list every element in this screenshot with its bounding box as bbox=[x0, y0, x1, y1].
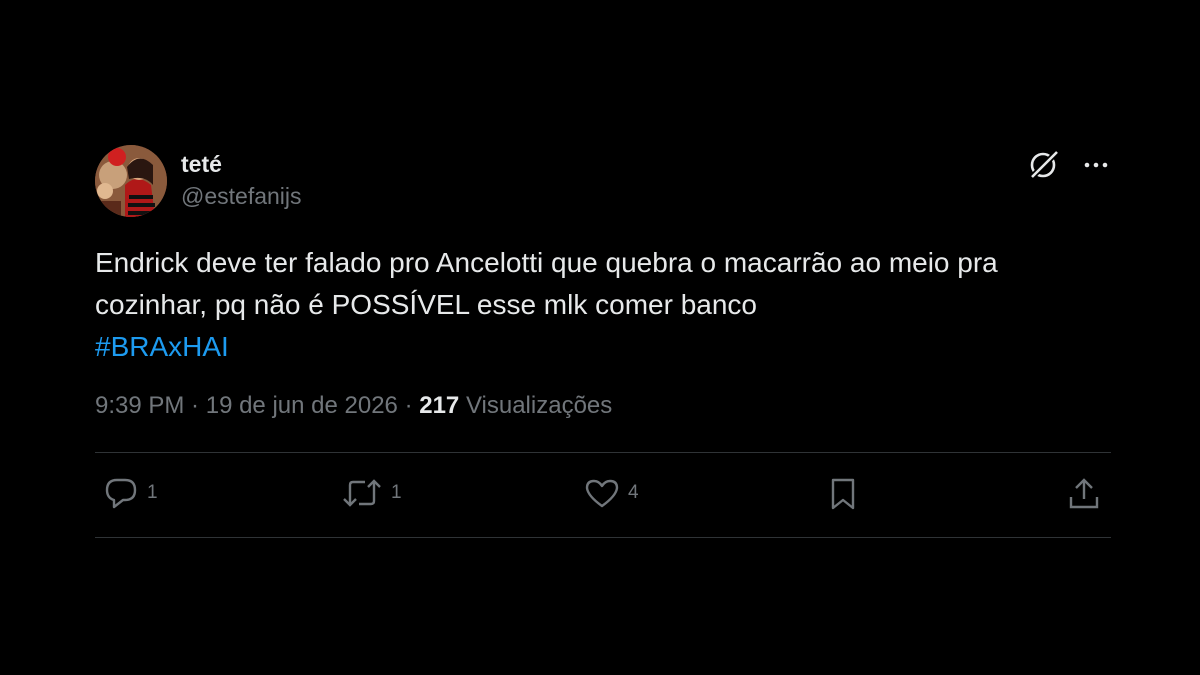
meta-separator: · bbox=[184, 392, 206, 419]
tweet-card: teté @estefanijs Endrick deve ter falado… bbox=[95, 140, 1111, 538]
tweet-header: teté @estefanijs bbox=[95, 140, 1111, 220]
display-name[interactable]: teté bbox=[181, 150, 302, 178]
more-options-icon[interactable] bbox=[1081, 152, 1111, 178]
avatar[interactable] bbox=[95, 145, 167, 217]
retweet-button[interactable]: 1 bbox=[341, 477, 402, 509]
reply-icon bbox=[105, 478, 137, 509]
bookmark-button[interactable] bbox=[828, 477, 858, 511]
meta-separator: · bbox=[397, 392, 420, 419]
author-names: teté @estefanijs bbox=[181, 150, 302, 212]
tweet-text-line: Endrick deve ter falado pro Ancelotti qu… bbox=[95, 247, 998, 278]
retweet-icon bbox=[343, 479, 381, 507]
reply-count: 1 bbox=[147, 482, 158, 503]
tweet-text-line: cozinhar, pq não é POSSÍVEL esse mlk com… bbox=[95, 289, 757, 320]
bookmark-icon bbox=[831, 478, 855, 510]
grok-icon[interactable] bbox=[1027, 148, 1061, 182]
tweet-meta: 9:39 PM · 19 de jun de 2026 · 217 Visual… bbox=[95, 390, 1111, 422]
heart-icon bbox=[585, 479, 619, 508]
tweet-actions: 1 1 4 bbox=[95, 453, 1111, 537]
like-button[interactable]: 4 bbox=[584, 477, 639, 509]
tweet-text: Endrick deve ter falado pro Ancelotti qu… bbox=[95, 242, 1111, 368]
reply-button[interactable]: 1 bbox=[103, 477, 158, 509]
hashtag-link[interactable]: #BRAxHAI bbox=[95, 331, 229, 362]
share-icon bbox=[1069, 478, 1099, 509]
tweet-date[interactable]: 19 de jun de 2026 bbox=[206, 392, 398, 419]
divider bbox=[95, 537, 1111, 538]
user-handle[interactable]: @estefanijs bbox=[181, 180, 302, 212]
views-label: Visualizações bbox=[459, 392, 613, 419]
retweet-count: 1 bbox=[391, 482, 402, 503]
share-button[interactable] bbox=[1067, 477, 1101, 511]
like-count: 4 bbox=[628, 482, 639, 503]
views-count[interactable]: 217 bbox=[419, 392, 459, 419]
tweet-time[interactable]: 9:39 PM bbox=[95, 392, 184, 419]
